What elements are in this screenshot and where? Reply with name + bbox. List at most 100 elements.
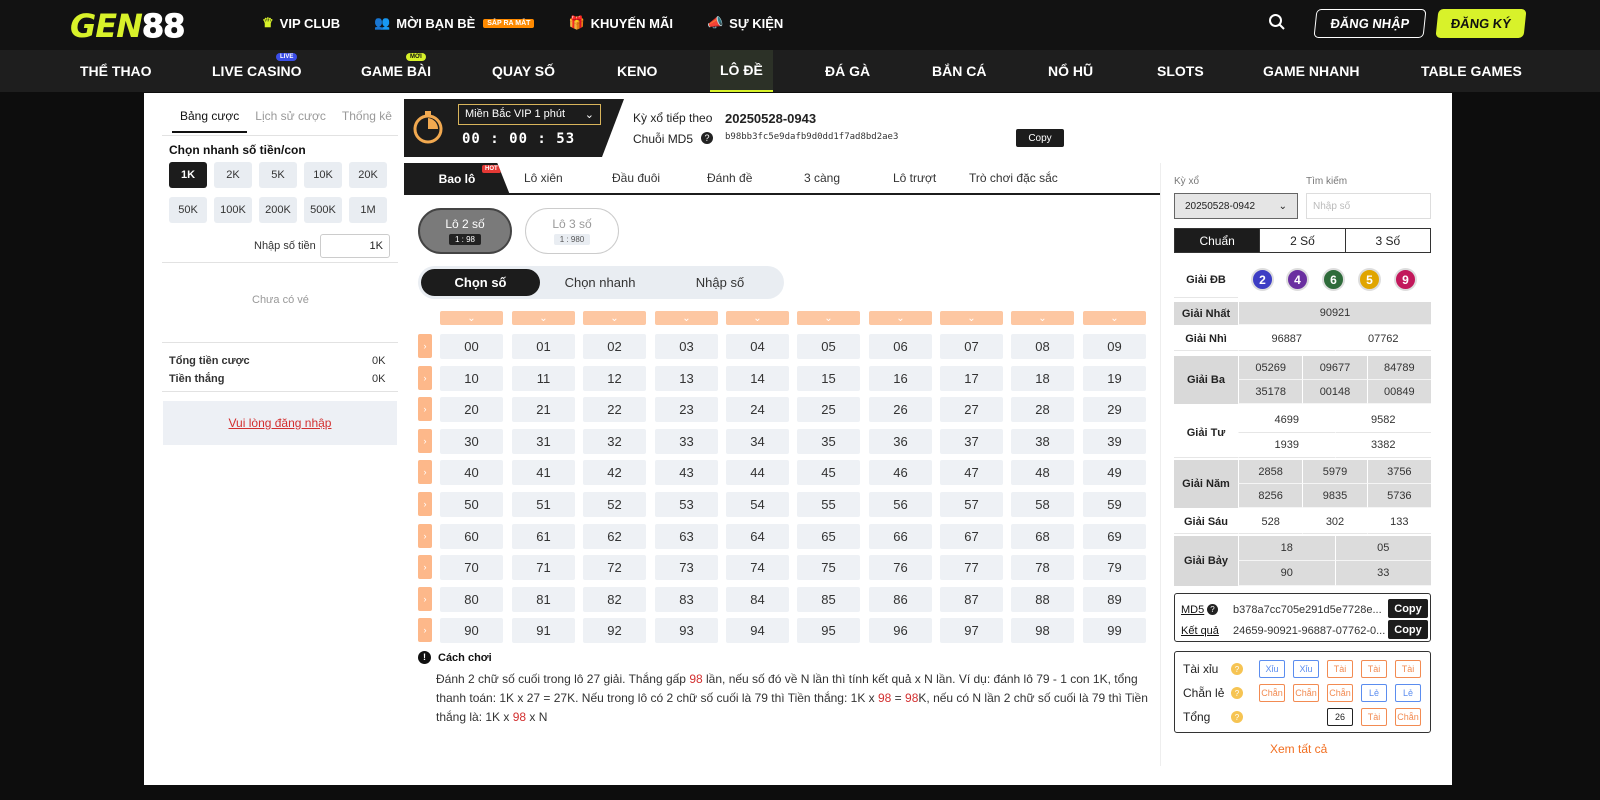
amount-20k[interactable]: 20K: [349, 162, 387, 188]
register-button[interactable]: ĐĂNG KÝ: [1435, 9, 1527, 38]
view-2-digits[interactable]: 2 Số: [1260, 229, 1346, 252]
number-cell[interactable]: 67: [940, 523, 1003, 549]
number-cell[interactable]: 64: [726, 523, 789, 549]
number-cell[interactable]: 88: [1011, 586, 1074, 612]
topmenu-events[interactable]: 📣 SỰ KIỆN: [707, 15, 783, 31]
tab-bet-slip[interactable]: Bảng cược: [172, 103, 248, 133]
number-cell[interactable]: 23: [655, 397, 718, 423]
number-cell[interactable]: 97: [940, 618, 1003, 644]
copy-md5-button[interactable]: Copy: [1016, 129, 1064, 147]
nav-keno[interactable]: KENO: [617, 50, 657, 92]
number-cell[interactable]: 04: [726, 334, 789, 359]
number-cell[interactable]: 46: [869, 460, 932, 486]
number-cell[interactable]: 63: [655, 523, 718, 549]
number-cell[interactable]: 92: [583, 618, 646, 644]
number-cell[interactable]: 83: [655, 586, 718, 612]
nav-live-casino[interactable]: LIVE CASINO LIVE: [212, 50, 301, 92]
copy-md5-result-button[interactable]: Copy: [1388, 599, 1428, 618]
logo[interactable]: GEN 88: [70, 7, 186, 46]
number-cell[interactable]: 10: [440, 365, 503, 391]
mode-quick-pick[interactable]: Chọn nhanh: [540, 269, 660, 296]
nav-quay-so[interactable]: QUAY SỐ: [492, 50, 555, 92]
tab-bao-lo[interactable]: Bao lô HOT: [404, 163, 510, 195]
number-cell[interactable]: 18: [1011, 365, 1074, 391]
help-icon[interactable]: ?: [1207, 604, 1218, 615]
number-cell[interactable]: 22: [583, 397, 646, 423]
number-cell[interactable]: 42: [583, 460, 646, 486]
tab-3-cang[interactable]: 3 càng: [804, 171, 840, 185]
number-cell[interactable]: 96: [869, 618, 932, 644]
number-cell[interactable]: 20: [440, 397, 503, 423]
number-cell[interactable]: 08: [1011, 334, 1074, 359]
amount-100k[interactable]: 100K: [214, 197, 252, 223]
number-cell[interactable]: 84: [726, 586, 789, 612]
number-cell[interactable]: 82: [583, 586, 646, 612]
amount-2k[interactable]: 2K: [214, 162, 252, 188]
tab-special-games[interactable]: Trò chơi đặc sắc: [969, 171, 1058, 185]
row-select-arrow[interactable]: ›: [418, 492, 432, 516]
number-cell[interactable]: 66: [869, 523, 932, 549]
login-prompt-link[interactable]: Vui lòng đăng nhập: [163, 401, 397, 445]
number-cell[interactable]: 32: [583, 428, 646, 454]
number-cell[interactable]: 25: [797, 397, 860, 423]
row-select-arrow[interactable]: ›: [418, 523, 432, 548]
number-cell[interactable]: 16: [869, 365, 932, 391]
view-all-link[interactable]: Xem tất cả: [1270, 742, 1327, 756]
number-cell[interactable]: 95: [797, 618, 860, 644]
topmenu-vip-club[interactable]: ♛ VIP CLUB: [262, 15, 340, 31]
search-icon[interactable]: [1268, 13, 1288, 33]
column-select-chevron[interactable]: ⌄: [440, 311, 503, 325]
number-cell[interactable]: 86: [869, 586, 932, 612]
number-cell[interactable]: 44: [726, 460, 789, 486]
help-icon[interactable]: ?: [1231, 663, 1243, 675]
tab-statistics[interactable]: Thống kê: [334, 103, 400, 133]
number-cell[interactable]: 17: [940, 365, 1003, 391]
number-cell[interactable]: 99: [1083, 618, 1146, 644]
number-cell[interactable]: 09: [1083, 334, 1146, 359]
number-cell[interactable]: 03: [655, 334, 718, 359]
number-cell[interactable]: 34: [726, 428, 789, 454]
number-cell[interactable]: 05: [797, 334, 860, 359]
amount-5k[interactable]: 5K: [259, 162, 297, 188]
number-cell[interactable]: 33: [655, 428, 718, 454]
row-select-arrow[interactable]: ›: [418, 365, 432, 390]
row-select-arrow[interactable]: ›: [418, 334, 432, 358]
amount-input[interactable]: 1K: [320, 234, 390, 258]
number-search-input[interactable]: Nhập số: [1306, 193, 1431, 219]
number-cell[interactable]: 59: [1083, 492, 1146, 517]
number-cell[interactable]: 73: [655, 555, 718, 581]
row-select-arrow[interactable]: ›: [418, 618, 432, 643]
number-cell[interactable]: 24: [726, 397, 789, 423]
number-cell[interactable]: 43: [655, 460, 718, 486]
number-cell[interactable]: 58: [1011, 492, 1074, 517]
number-cell[interactable]: 61: [512, 523, 575, 549]
amount-50k[interactable]: 50K: [169, 197, 207, 223]
nav-ban-ca[interactable]: BẮN CÁ: [932, 50, 986, 92]
column-select-chevron[interactable]: ⌄: [583, 311, 646, 325]
row-select-arrow[interactable]: ›: [418, 397, 432, 422]
nav-game-bai[interactable]: GAME BÀI MỚI: [361, 50, 431, 92]
topmenu-invite[interactable]: 👥 MỜI BẠN BÈ SẮP RA MẮT: [374, 15, 535, 31]
nav-da-ga[interactable]: ĐÁ GÀ: [825, 50, 870, 92]
column-select-chevron[interactable]: ⌄: [1083, 311, 1146, 325]
number-cell[interactable]: 28: [1011, 397, 1074, 423]
nav-table-games[interactable]: TABLE GAMES: [1421, 50, 1522, 92]
number-cell[interactable]: 91: [512, 618, 575, 644]
number-cell[interactable]: 80: [440, 586, 503, 612]
view-3-digits[interactable]: 3 Số: [1346, 229, 1430, 252]
number-cell[interactable]: 27: [940, 397, 1003, 423]
number-cell[interactable]: 68: [1011, 523, 1074, 549]
help-icon[interactable]: ?: [1231, 687, 1243, 699]
number-cell[interactable]: 89: [1083, 586, 1146, 612]
number-cell[interactable]: 52: [583, 492, 646, 517]
number-cell[interactable]: 87: [940, 586, 1003, 612]
login-button[interactable]: ĐĂNG NHẬP: [1313, 9, 1427, 38]
amount-1m[interactable]: 1M: [349, 197, 387, 223]
number-cell[interactable]: 53: [655, 492, 718, 517]
amount-500k[interactable]: 500K: [304, 197, 342, 223]
column-select-chevron[interactable]: ⌄: [726, 311, 789, 325]
amount-10k[interactable]: 10K: [304, 162, 342, 188]
help-icon[interactable]: ?: [701, 132, 713, 144]
nav-no-hu[interactable]: NỔ HŨ: [1048, 50, 1093, 92]
number-cell[interactable]: 30: [440, 428, 503, 454]
